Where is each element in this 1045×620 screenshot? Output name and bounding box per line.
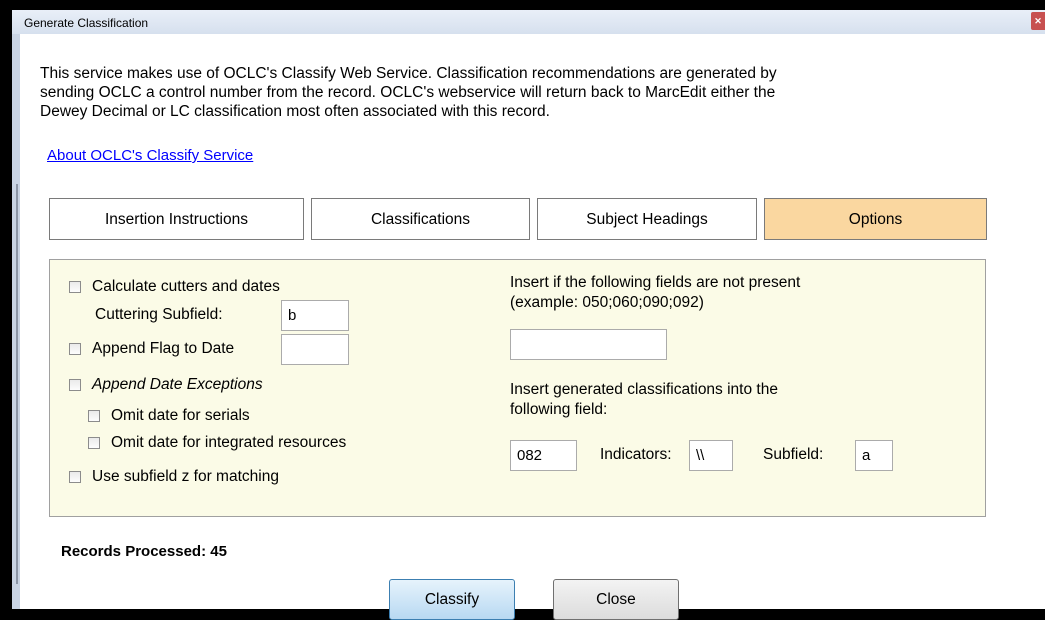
use-subfield-z-checkbox[interactable] (69, 471, 81, 483)
append-date-exceptions-label: Append Date Exceptions (92, 376, 263, 393)
title-bar: Generate Classification ✕ (12, 10, 1045, 34)
indicators-input[interactable]: \\ (689, 440, 733, 471)
close-icon[interactable]: ✕ (1031, 12, 1045, 30)
cuttering-subfield-label: Cuttering Subfield: (95, 306, 223, 323)
append-date-exceptions-checkbox[interactable] (69, 379, 81, 391)
use-subfield-z-label: Use subfield z for matching (92, 468, 279, 485)
about-oclc-classify-link[interactable]: About OCLC's Classify Service (47, 147, 253, 164)
omit-integrated-label: Omit date for integrated resources (111, 434, 347, 451)
window-title: Generate Classification (24, 16, 149, 30)
options-panel: Calculate cutters and dates Cuttering Su… (49, 259, 986, 517)
tab-insertion-instructions[interactable]: Insertion Instructions (49, 198, 304, 240)
insert-if-missing-input[interactable] (510, 329, 667, 360)
tab-classifications[interactable]: Classifications (311, 198, 530, 240)
indicators-label: Indicators: (600, 446, 672, 463)
calculate-cutters-label: Calculate cutters and dates (92, 278, 280, 295)
subfield-label: Subfield: (763, 446, 824, 463)
calculate-cutters-checkbox[interactable] (69, 281, 81, 293)
insert-into-label-line2: following field: (510, 401, 608, 418)
append-flag-label: Append Flag to Date (92, 340, 235, 357)
omit-serials-label: Omit date for serials (111, 407, 250, 424)
classification-field-input[interactable]: 082 (510, 440, 577, 471)
dialog-content: This service makes use of OCLC's Classif… (20, 34, 1045, 620)
append-flag-checkbox[interactable] (69, 343, 81, 355)
omit-serials-checkbox[interactable] (88, 410, 100, 422)
intro-text: This service makes use of OCLC's Classif… (40, 65, 777, 120)
classify-button[interactable]: Classify (389, 579, 515, 620)
close-button[interactable]: Close (553, 579, 679, 620)
dialog-window: Generate Classification ✕ This service m… (12, 10, 1045, 620)
insert-into-label: Insert generated classifications into th… (510, 381, 778, 398)
subfield-input[interactable]: a (855, 440, 893, 471)
tab-options[interactable]: Options (764, 198, 987, 240)
cuttering-subfield-input[interactable]: b (281, 300, 349, 331)
insert-if-missing-label: Insert if the following fields are not p… (510, 274, 801, 291)
omit-integrated-checkbox[interactable] (88, 437, 100, 449)
window-left-border (12, 34, 20, 609)
insert-if-missing-example: (example: 050;060;090;092) (510, 294, 704, 311)
tab-subject-headings[interactable]: Subject Headings (537, 198, 757, 240)
append-flag-input[interactable] (281, 334, 349, 365)
records-processed-status: Records Processed: 45 (61, 543, 227, 560)
